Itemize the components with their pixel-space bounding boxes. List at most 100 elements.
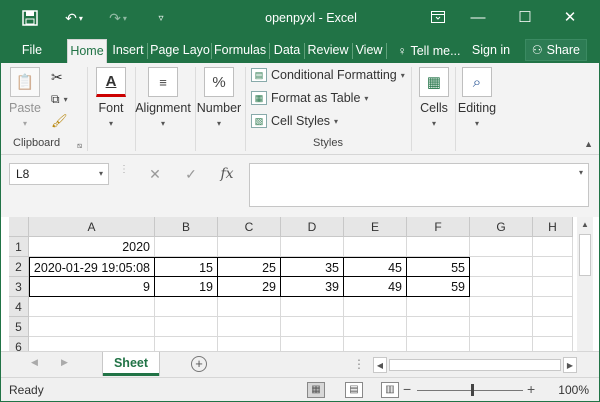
zoom-slider-thumb[interactable] xyxy=(471,384,474,396)
font-button[interactable]: A Font ▾ xyxy=(93,67,129,128)
cell-A6[interactable] xyxy=(29,337,155,351)
cell-H6[interactable] xyxy=(533,337,573,351)
cell-E4[interactable] xyxy=(344,297,407,317)
enter-icon[interactable]: ✓ xyxy=(179,163,203,185)
worksheet-grid[interactable]: A B C D E F G H 1 2020 2 2020-01-29 19:05:08 15 25 35 4… xyxy=(9,217,577,351)
row-header[interactable]: 2 xyxy=(9,257,29,277)
tab-formulas[interactable]: Formulas xyxy=(214,39,266,63)
cell-E3[interactable]: 49 xyxy=(344,277,407,297)
column-header[interactable]: D xyxy=(281,217,344,237)
column-header[interactable]: A xyxy=(29,217,155,237)
cell-B6[interactable] xyxy=(155,337,218,351)
customize-qat-icon[interactable]: ▿ xyxy=(151,8,171,28)
cell-G3[interactable] xyxy=(470,277,533,297)
cut-button[interactable]: ✂ xyxy=(51,67,63,87)
column-header[interactable]: B xyxy=(155,217,218,237)
page-break-preview-icon[interactable]: ▥ xyxy=(381,382,399,398)
cell-F3[interactable]: 59 xyxy=(407,277,470,297)
save-icon[interactable] xyxy=(19,8,41,28)
cell-D3[interactable]: 39 xyxy=(281,277,344,297)
zoom-in-icon[interactable]: + xyxy=(527,381,535,397)
cell-D1[interactable] xyxy=(281,237,344,257)
horizontal-scrollbar[interactable]: ◀ ▶ xyxy=(373,357,577,373)
sign-in-link[interactable]: Sign in xyxy=(469,39,513,63)
redo-icon[interactable]: ↷ ▾ xyxy=(105,8,131,28)
column-header[interactable]: G xyxy=(470,217,533,237)
scroll-thumb[interactable] xyxy=(389,359,561,371)
tab-review[interactable]: Review xyxy=(307,39,349,63)
tab-insert[interactable]: Insert xyxy=(111,39,145,63)
row-header[interactable]: 4 xyxy=(9,297,29,317)
cell-G4[interactable] xyxy=(470,297,533,317)
cell-H2[interactable] xyxy=(533,257,573,277)
add-sheet-icon[interactable]: + xyxy=(191,356,207,372)
cell-D2[interactable]: 35 xyxy=(281,257,344,277)
paste-button[interactable]: 📋 Paste ▾ xyxy=(9,67,41,128)
cell-C4[interactable] xyxy=(218,297,281,317)
cells-button[interactable]: ▦ Cells ▾ xyxy=(417,67,451,128)
cell-H3[interactable] xyxy=(533,277,573,297)
conditional-formatting-button[interactable]: ▤ Conditional Formatting ▾ xyxy=(251,65,405,85)
cell-F6[interactable] xyxy=(407,337,470,351)
cell-C6[interactable] xyxy=(218,337,281,351)
number-button[interactable]: % Number ▾ xyxy=(197,67,241,128)
drag-handle-icon[interactable]: ⋮ xyxy=(119,165,129,175)
cell-C2[interactable]: 25 xyxy=(218,257,281,277)
copy-button[interactable]: ⧉ ▾ xyxy=(51,89,68,109)
zoom-out-icon[interactable]: − xyxy=(403,381,411,397)
tab-file[interactable]: File xyxy=(13,39,51,63)
page-layout-view-icon[interactable]: ▤ xyxy=(345,382,363,398)
tab-data[interactable]: Data xyxy=(272,39,302,63)
cell-A5[interactable] xyxy=(29,317,155,337)
dialog-launcher-icon[interactable]: ⧅ xyxy=(77,141,82,151)
cell-A1[interactable]: 2020 xyxy=(29,237,155,257)
ribbon-display-options-icon[interactable] xyxy=(424,4,452,30)
close-icon[interactable]: ✕ xyxy=(556,4,584,30)
cell-B4[interactable] xyxy=(155,297,218,317)
cell-A4[interactable] xyxy=(29,297,155,317)
editing-button[interactable]: ⌕ Editing ▾ xyxy=(457,67,497,128)
scroll-thumb[interactable] xyxy=(579,234,591,276)
column-header[interactable]: H xyxy=(533,217,573,237)
select-all-corner[interactable] xyxy=(9,217,29,237)
cancel-icon[interactable]: ✕ xyxy=(143,163,167,185)
cell-G5[interactable] xyxy=(470,317,533,337)
cell-H5[interactable] xyxy=(533,317,573,337)
cell-C1[interactable] xyxy=(218,237,281,257)
cell-A3[interactable]: 9 xyxy=(29,277,155,297)
scroll-right-icon[interactable]: ▶ xyxy=(563,357,577,373)
name-box[interactable]: L8 ▾ xyxy=(9,163,109,185)
cell-G1[interactable] xyxy=(470,237,533,257)
cell-C5[interactable] xyxy=(218,317,281,337)
row-header[interactable]: 6 xyxy=(9,337,29,351)
tell-me-search[interactable]: ♀ Tell me... xyxy=(393,39,465,63)
cell-H1[interactable] xyxy=(533,237,573,257)
cell-E1[interactable] xyxy=(344,237,407,257)
cell-F1[interactable] xyxy=(407,237,470,257)
cell-D4[interactable] xyxy=(281,297,344,317)
zoom-slider[interactable] xyxy=(417,390,523,391)
cell-E2[interactable]: 45 xyxy=(344,257,407,277)
maximize-icon[interactable]: ☐ xyxy=(511,4,539,30)
cell-F5[interactable] xyxy=(407,317,470,337)
collapse-ribbon-icon[interactable]: ▲ xyxy=(584,139,593,149)
tab-page-layout[interactable]: Page Layo xyxy=(150,39,210,63)
cell-H4[interactable] xyxy=(533,297,573,317)
expand-formula-bar-icon[interactable]: ▾ xyxy=(579,168,583,177)
column-header[interactable]: F xyxy=(407,217,470,237)
scroll-left-icon[interactable]: ◀ xyxy=(373,357,387,373)
prev-sheet-icon[interactable]: ◀ xyxy=(31,357,38,368)
tab-split-handle-icon[interactable]: ⋮ xyxy=(353,357,365,371)
cell-A2[interactable]: 2020-01-29 19:05:08 xyxy=(29,257,155,277)
zoom-level[interactable]: 100% xyxy=(558,383,589,397)
formula-input[interactable]: ▾ xyxy=(249,163,589,207)
cell-F4[interactable] xyxy=(407,297,470,317)
alignment-button[interactable]: ≡ Alignment ▾ xyxy=(135,67,191,128)
cell-styles-button[interactable]: ▧ Cell Styles ▾ xyxy=(251,111,338,131)
cell-C3[interactable]: 29 xyxy=(218,277,281,297)
cell-E6[interactable] xyxy=(344,337,407,351)
row-header[interactable]: 3 xyxy=(9,277,29,297)
cell-B3[interactable]: 19 xyxy=(155,277,218,297)
cell-E5[interactable] xyxy=(344,317,407,337)
sheet-tab[interactable]: Sheet xyxy=(103,352,159,376)
